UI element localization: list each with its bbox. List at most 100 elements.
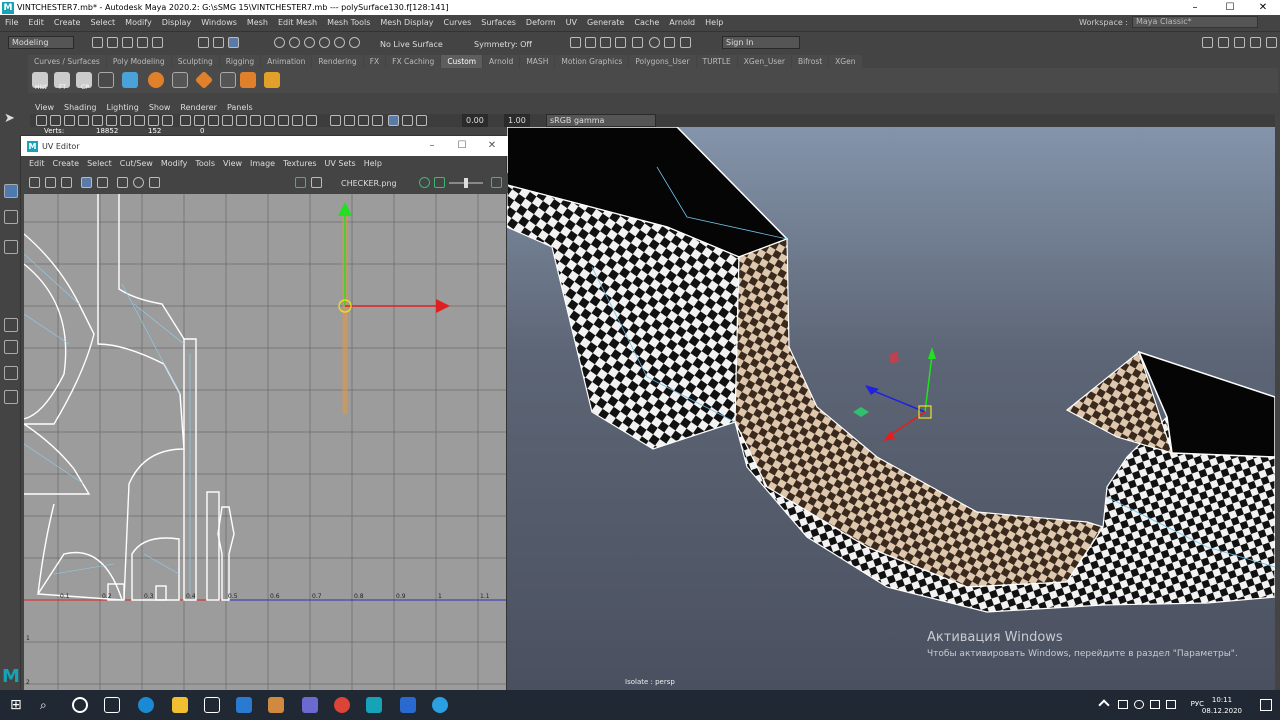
shelf-tab-mash[interactable]: MASH xyxy=(520,55,555,68)
uv-checker-pattern-icon[interactable] xyxy=(311,177,322,188)
menu-arnold[interactable]: Arnold xyxy=(664,18,700,27)
uv-exposure-icon[interactable] xyxy=(434,177,445,188)
cube-tool-icon[interactable] xyxy=(240,72,256,88)
shelf-tab-arnold[interactable]: Arnold xyxy=(483,55,520,68)
safe-action-icon[interactable] xyxy=(162,115,173,126)
rotate-tool-icon[interactable] xyxy=(4,210,18,224)
uv-refresh-icon[interactable] xyxy=(419,177,430,188)
menu-edit-mesh[interactable]: Edit Mesh xyxy=(273,18,322,27)
new-scene-icon[interactable] xyxy=(92,37,103,48)
uv-menu-view[interactable]: View xyxy=(219,158,246,170)
uv-move-u-arrow[interactable] xyxy=(436,299,450,313)
cortana-icon[interactable] xyxy=(72,697,88,713)
uv-dim-image-icon[interactable] xyxy=(133,177,144,188)
menu-mesh[interactable]: Mesh xyxy=(242,18,273,27)
select-hierarchy-icon[interactable] xyxy=(198,37,209,48)
xray-icon[interactable] xyxy=(344,115,355,126)
uv-borders-icon[interactable] xyxy=(45,177,56,188)
uv-minimize-button[interactable]: – xyxy=(417,136,447,156)
uv-grid-canvas[interactable]: 0.1 0.2 0.3 0.4 0.5 0.6 0.7 0.8 0.9 1 1.… xyxy=(24,194,506,694)
search-icon[interactable]: ⌕ xyxy=(40,697,56,713)
snap-curve-icon[interactable] xyxy=(289,37,300,48)
menu-surfaces[interactable]: Surfaces xyxy=(476,18,521,27)
menu-generate[interactable]: Generate xyxy=(582,18,629,27)
layout-four-icon[interactable] xyxy=(4,340,18,354)
image-plane-icon[interactable] xyxy=(78,115,89,126)
tool-settings-icon[interactable] xyxy=(1234,37,1245,48)
uv-gamma-icon[interactable] xyxy=(491,177,502,188)
select-object-icon[interactable] xyxy=(213,37,224,48)
shelf-tab-xgen-user[interactable]: XGen_User xyxy=(737,55,791,68)
vp-menu-renderer[interactable]: Renderer xyxy=(175,101,222,114)
cube-group-icon[interactable] xyxy=(264,72,280,88)
arnold-render-icon[interactable] xyxy=(649,37,660,48)
menu-modify[interactable]: Modify xyxy=(120,18,157,27)
view-transform-icon[interactable] xyxy=(416,115,427,126)
snap-view-plane-icon[interactable] xyxy=(319,37,330,48)
wireframe-icon[interactable] xyxy=(180,115,191,126)
menu-select[interactable]: Select xyxy=(85,18,120,27)
wireframe-on-shaded-icon[interactable] xyxy=(208,115,219,126)
3ds-app-icon[interactable] xyxy=(302,697,318,713)
shelf-tab-curves-surfaces[interactable]: Curves / Surfaces xyxy=(28,55,106,68)
shelf-tab-turtle[interactable]: TURTLE xyxy=(696,55,737,68)
bar-tool-icon[interactable] xyxy=(122,72,138,88)
scale-tool-icon[interactable] xyxy=(4,240,18,254)
camera-attributes-icon[interactable] xyxy=(50,115,61,126)
display-icon[interactable] xyxy=(1166,700,1176,709)
menu-file[interactable]: File xyxy=(0,18,23,27)
sign-in-dropdown[interactable]: Sign In xyxy=(722,36,800,49)
uv-menu-image[interactable]: Image xyxy=(246,158,279,170)
uv-menu-create[interactable]: Create xyxy=(49,158,84,170)
task-view-icon[interactable] xyxy=(104,697,120,713)
render-view-icon[interactable] xyxy=(585,37,596,48)
outliner-icon[interactable] xyxy=(1266,37,1277,48)
uv-image-display-icon[interactable] xyxy=(295,177,306,188)
workspace-dropdown[interactable]: Maya Classic* xyxy=(1132,16,1258,28)
vp-menu-view[interactable]: View xyxy=(30,101,59,114)
isolate-select-icon[interactable] xyxy=(330,115,341,126)
network-icon[interactable] xyxy=(1118,700,1128,709)
symmetry-label[interactable]: Symmetry: Off xyxy=(474,40,532,49)
vp-menu-lighting[interactable]: Lighting xyxy=(101,101,143,114)
shelf-tab-fx-caching[interactable]: FX Caching xyxy=(386,55,441,68)
vp-menu-panels[interactable]: Panels xyxy=(222,101,258,114)
smooth-shade-icon[interactable] xyxy=(194,115,205,126)
select-tool-icon[interactable]: ➤ xyxy=(4,112,18,126)
ipr-render-icon[interactable] xyxy=(600,37,611,48)
colorspace-dropdown[interactable]: sRGB gamma xyxy=(546,114,656,127)
layout-two-icon[interactable] xyxy=(4,366,18,380)
photos-app-icon[interactable] xyxy=(400,697,416,713)
live-surface-label[interactable]: No Live Surface xyxy=(380,40,443,49)
shelf-tab-poly-modeling[interactable]: Poly Modeling xyxy=(106,55,171,68)
viewport-scene[interactable] xyxy=(507,127,1275,690)
ime-icon[interactable] xyxy=(1134,700,1144,709)
shelf-tab-motion-graphics[interactable]: Motion Graphics xyxy=(555,55,629,68)
minimize-button[interactable]: – xyxy=(1178,0,1212,15)
uv-menu-textures[interactable]: Textures xyxy=(279,158,320,170)
perspective-viewport[interactable]: Активация Windows Чтобы активировать Win… xyxy=(507,127,1275,690)
mail-icon[interactable] xyxy=(236,697,252,713)
exposure-icon[interactable] xyxy=(388,115,399,126)
menu-cache[interactable]: Cache xyxy=(629,18,664,27)
chrome-icon[interactable] xyxy=(334,697,350,713)
open-scene-icon[interactable] xyxy=(107,37,118,48)
shelf-tab-polygons-user[interactable]: Polygons_User xyxy=(629,55,696,68)
uv-shells[interactable] xyxy=(24,194,235,601)
shelf-tab-sculpting[interactable]: Sculpting xyxy=(171,55,219,68)
chart-tool-icon[interactable] xyxy=(98,72,114,88)
uv-menu-tools[interactable]: Tools xyxy=(191,158,219,170)
anti-aliasing-icon[interactable] xyxy=(292,115,303,126)
uv-distortion-icon[interactable] xyxy=(61,177,72,188)
depth-of-field-icon[interactable] xyxy=(306,115,317,126)
shelf-tab-fx[interactable]: FX xyxy=(363,55,386,68)
sphere-tool-icon[interactable] xyxy=(148,72,164,88)
undo-icon[interactable] xyxy=(137,37,148,48)
notification-center-icon[interactable] xyxy=(1260,699,1272,711)
grid-tool-icon[interactable] xyxy=(220,72,236,88)
menu-deform[interactable]: Deform xyxy=(521,18,561,27)
shelf-tab-custom[interactable]: Custom xyxy=(441,55,483,68)
uv-move-v-arrow[interactable] xyxy=(338,202,352,216)
maya-taskbar-icon[interactable] xyxy=(366,697,382,713)
film-gate-icon[interactable] xyxy=(106,115,117,126)
